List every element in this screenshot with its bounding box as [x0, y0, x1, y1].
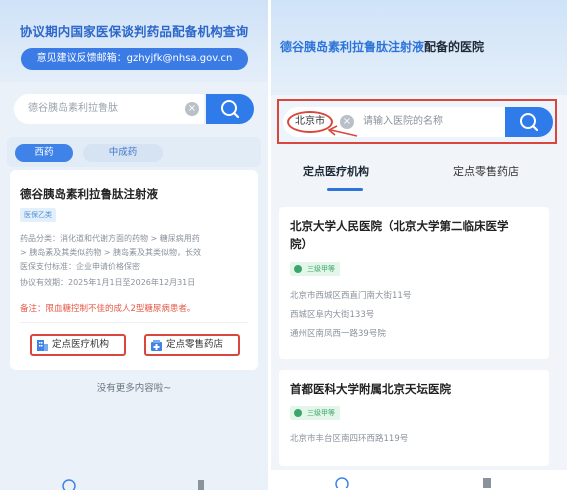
hospital-address: 通州区南凤西一路39号院 — [290, 329, 386, 339]
designated-institution-label: 定点医疗机构 — [52, 339, 110, 350]
bottom-nav-home-icon[interactable] — [62, 478, 76, 490]
left-screen: 协议期内国家医保谈判药品配备机构查询 意见建议反馈邮箱：gzhyjfk@nhsa… — [0, 0, 268, 490]
hospital-icon — [37, 340, 48, 351]
level-icon — [294, 409, 302, 417]
tab-chinese-patent-medicine[interactable]: 中成药 — [83, 144, 163, 162]
right-header: 德谷胰岛素利拉鲁肽注射液配备的医院 — [271, 0, 567, 95]
hospital-level-badge: 三级甲等 — [290, 262, 340, 276]
search-button[interactable] — [206, 94, 254, 124]
search-input-value: 德谷胰岛素利拉鲁肽 — [28, 103, 118, 114]
search-placeholder: 请输入医院的名称 — [363, 116, 443, 127]
tab-designated-institution[interactable]: 定点医疗机构 — [303, 163, 369, 179]
hospital-name: 首都医科大学附属北京天坛医院 — [290, 382, 451, 396]
hospital-level-badge: 三级甲等 — [290, 406, 340, 420]
search-icon — [520, 113, 539, 132]
title-suffix: 配备的医院 — [424, 40, 485, 54]
drug-name: 德谷胰岛素利拉鲁肽注射液 — [20, 187, 158, 201]
pharmacy-icon — [151, 340, 162, 351]
page-title: 协议期内国家医保谈判药品配备机构查询 — [19, 24, 249, 39]
payment-standard: 医保支付标准：企业申请价格保密 — [20, 262, 140, 271]
bottom-nav-building-icon[interactable] — [481, 476, 493, 488]
drug-type-tabs: 西药 中成药 — [7, 137, 261, 167]
hospital-address: 北京市西城区西直门南大街11号 — [290, 291, 412, 301]
hospital-search-input[interactable]: 北京市 × 请输入医院的名称 — [283, 107, 505, 137]
agreement-validity: 协议有效期：2025年1月1日至2026年12月31日 — [20, 278, 196, 287]
bottom-nav — [271, 470, 567, 490]
title-drug-name: 德谷胰岛素利拉鲁肽注射液 — [280, 40, 425, 54]
drug-category-line1: 药品分类：消化道和代谢方面的药物 > 糖尿病用药 — [20, 234, 200, 243]
designated-institution-button[interactable]: 定点医疗机构 — [30, 334, 126, 356]
level-icon — [294, 265, 302, 273]
no-more-content: 没有更多内容啦~ — [96, 383, 172, 394]
tab-western-medicine[interactable]: 西药 — [15, 144, 73, 162]
search-button[interactable] — [505, 107, 553, 137]
left-header: 协议期内国家医保谈判药品配备机构查询 意见建议反馈邮箱：gzhyjfk@nhsa… — [0, 0, 268, 82]
insurance-class-badge: 医保乙类 — [20, 208, 56, 222]
hospital-level: 三级甲等 — [307, 409, 335, 417]
designated-pharmacy-label: 定点零售药店 — [166, 339, 224, 350]
arrow-annotation — [327, 125, 358, 137]
bottom-nav-building-icon[interactable] — [196, 478, 206, 490]
search-icon — [221, 100, 240, 119]
designated-pharmacy-button[interactable]: 定点零售药店 — [144, 334, 240, 356]
hospital-address: 西城区阜内大街133号 — [290, 310, 375, 320]
active-tab-indicator — [327, 188, 363, 191]
facility-type-tabs: 定点医疗机构 定点零售药店 — [271, 150, 567, 194]
drug-search-input[interactable]: 德谷胰岛素利拉鲁肽 × — [14, 94, 204, 124]
hospital-name: 北京大学人民医院（北京大学第二临床医学 — [290, 219, 509, 233]
drug-note: 备注：限血糖控制不佳的成人2型糖尿病患者。 — [20, 304, 196, 314]
bottom-nav-home-icon[interactable] — [335, 476, 349, 488]
hospital-address: 北京市丰台区南四环西路119号 — [290, 434, 409, 444]
hospital-card[interactable]: 北京大学人民医院（北京大学第二临床医学 院） 三级甲等 北京市西城区西直门南大街… — [279, 207, 549, 359]
hospital-list-title: 德谷胰岛素利拉鲁肽注射液配备的医院 — [280, 38, 484, 55]
divider — [20, 322, 248, 323]
right-screen: 德谷胰岛素利拉鲁肽注射液配备的医院 北京市 × 请输入医院的名称 定点医疗机构 … — [271, 0, 567, 490]
feedback-email-banner[interactable]: 意见建议反馈邮箱：gzhyjfk@nhsa.gov.cn — [21, 48, 248, 70]
hospital-level: 三级甲等 — [307, 265, 335, 273]
tab-designated-pharmacy[interactable]: 定点零售药店 — [453, 163, 519, 179]
hospital-card[interactable]: 首都医科大学附属北京天坛医院 三级甲等 北京市丰台区南四环西路119号 — [279, 370, 549, 466]
hospital-search-bar: 北京市 × 请输入医院的名称 — [277, 99, 557, 144]
drug-category-line2: > 胰岛素及其类似药物 > 胰岛素及其类似物，长效 — [20, 248, 202, 257]
drug-card: 德谷胰岛素利拉鲁肽注射液 医保乙类 药品分类：消化道和代谢方面的药物 > 糖尿病… — [10, 170, 258, 370]
clear-icon[interactable]: × — [185, 102, 199, 116]
hospital-name-line2: 院） — [290, 237, 313, 251]
